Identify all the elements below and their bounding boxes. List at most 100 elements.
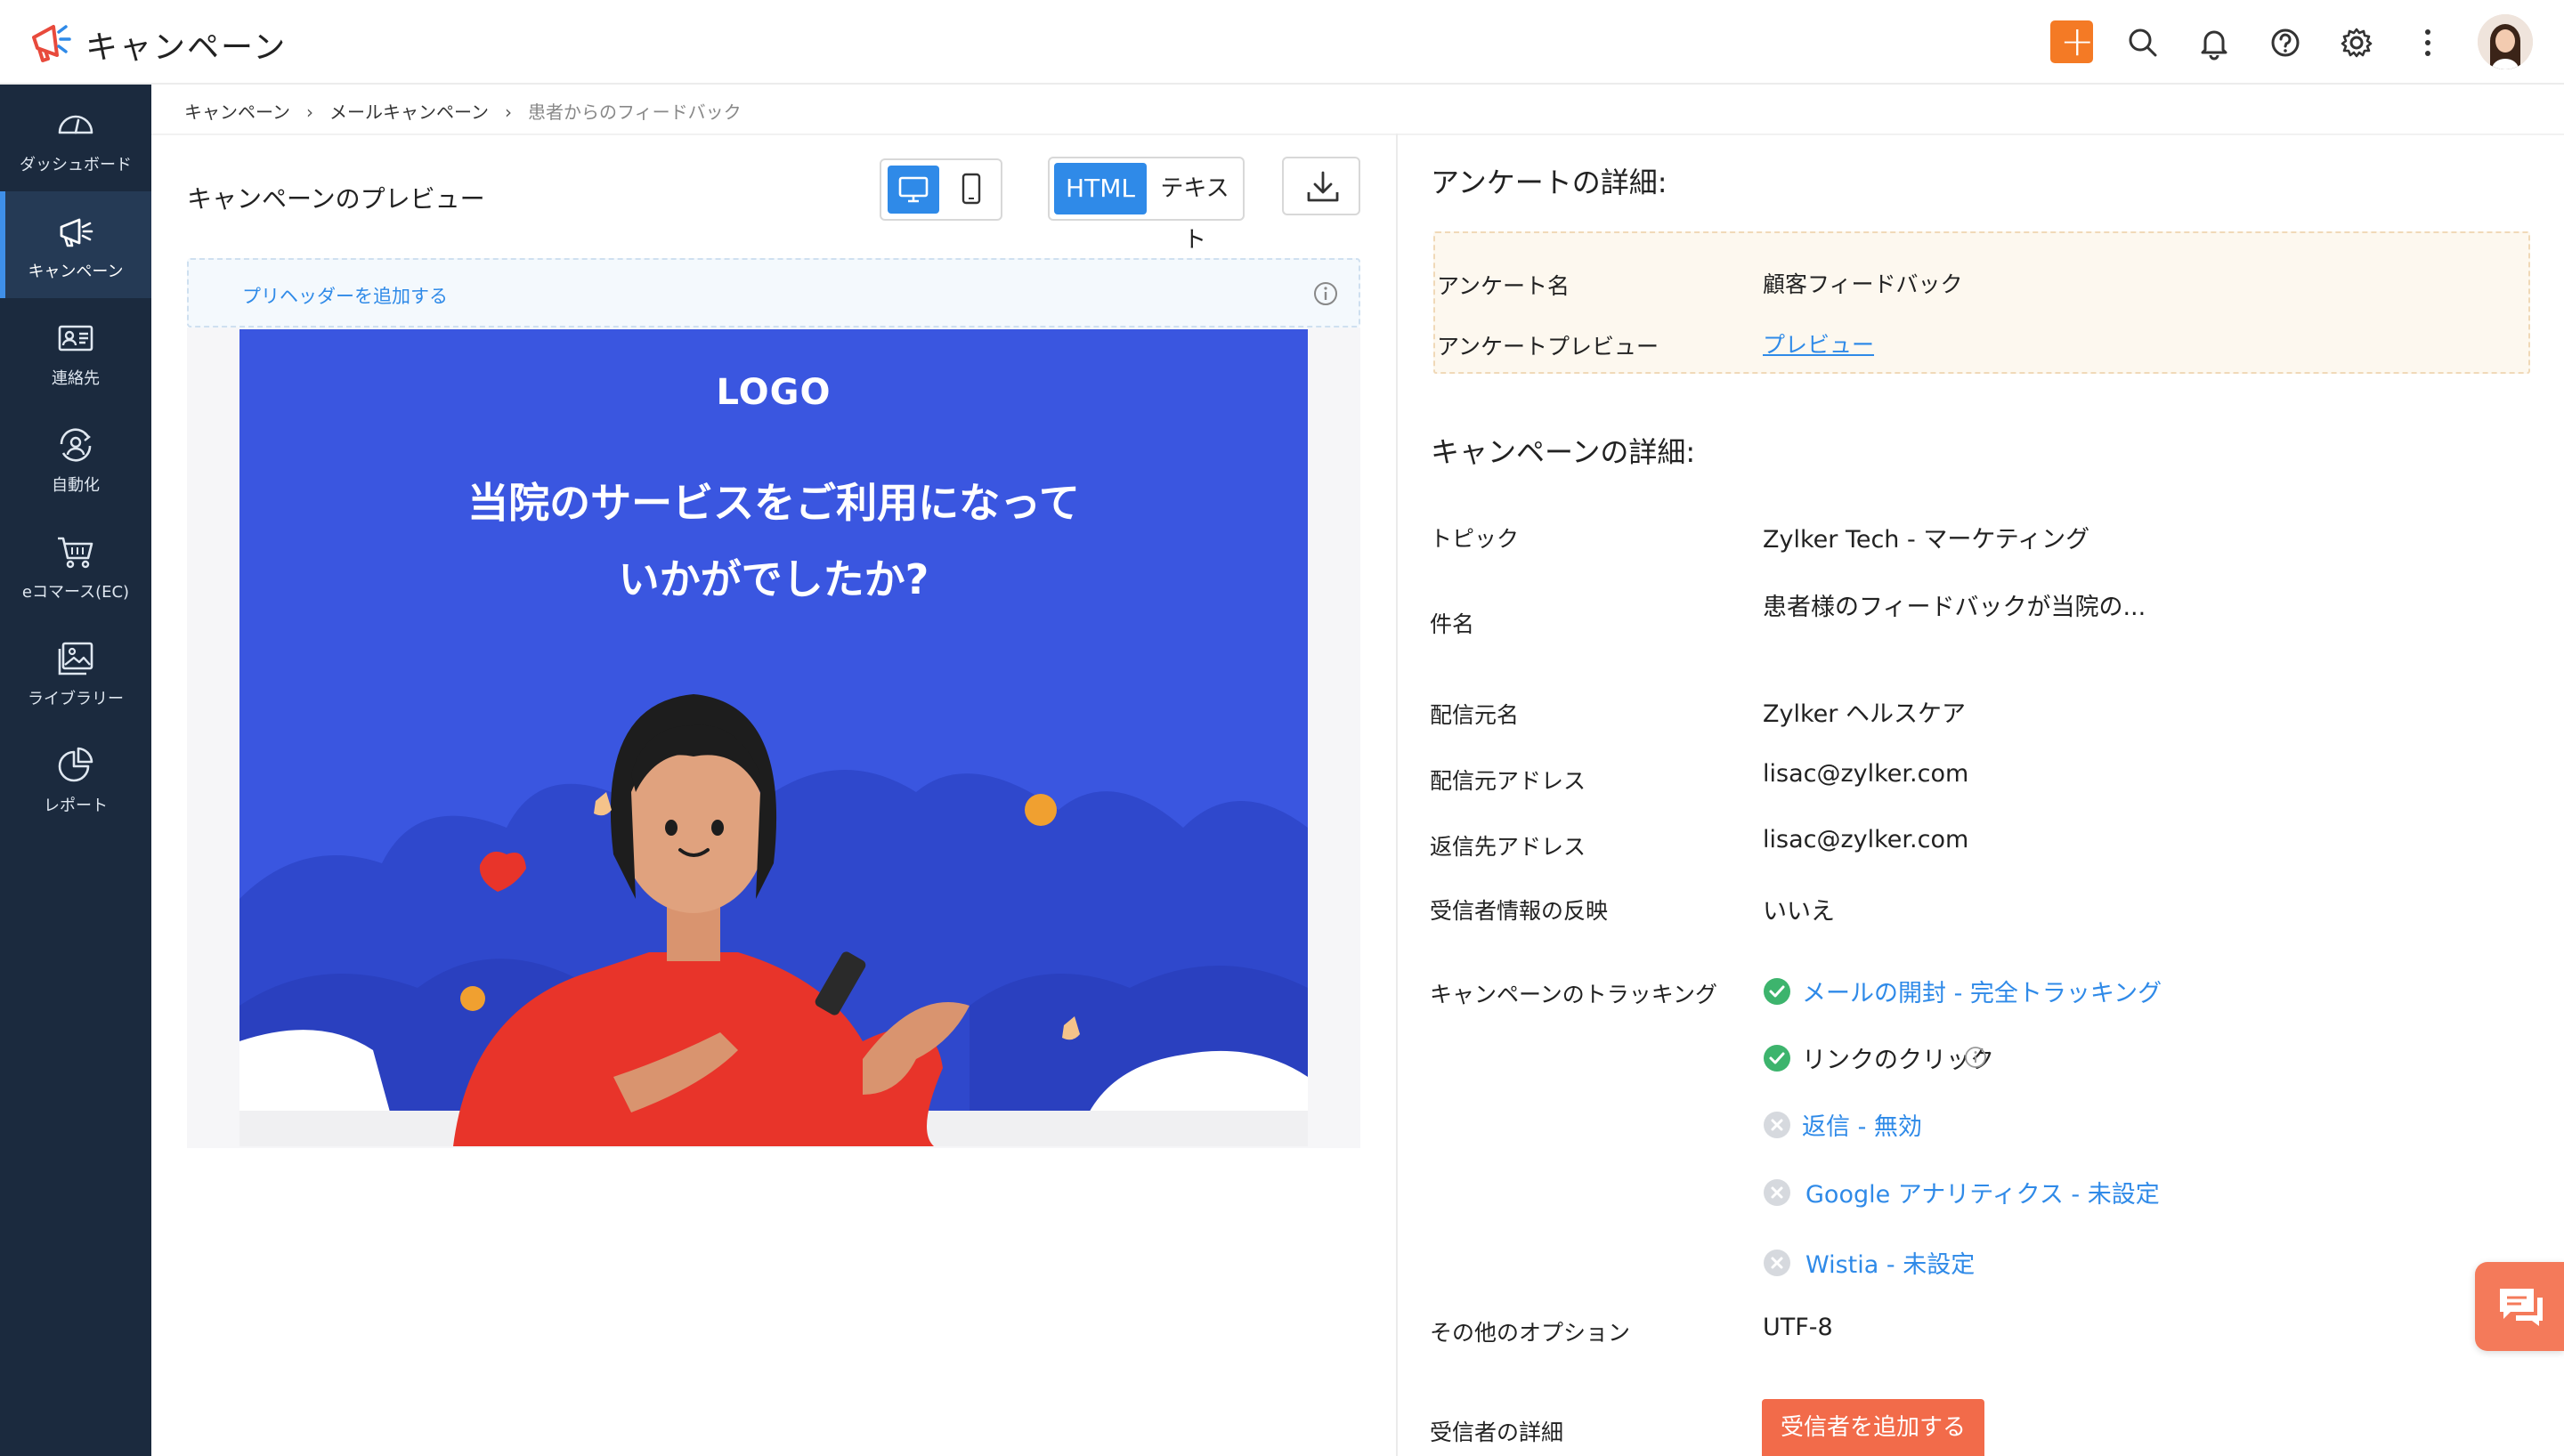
chevron-right-icon: › bbox=[505, 101, 512, 123]
plus-icon: + bbox=[2060, 17, 2095, 65]
email-logo-text: LOGO bbox=[716, 372, 832, 413]
breadcrumb-item-campaign[interactable]: キャンペーン bbox=[184, 101, 290, 123]
tracking-item-email-open[interactable]: メールの開封 - 完全トラッキング bbox=[1763, 974, 2162, 1007]
subject-value: 患者様のフィードバックが当院の... bbox=[1763, 594, 2146, 621]
automation-icon bbox=[60, 428, 92, 462]
divider bbox=[151, 133, 2564, 135]
divider bbox=[1396, 133, 1398, 1456]
megaphone-logo-icon bbox=[32, 25, 71, 62]
sidebar-item-dashboard[interactable]: ダッシュボード bbox=[0, 85, 151, 191]
contact-card-icon bbox=[58, 325, 93, 352]
download-button[interactable] bbox=[1282, 157, 1360, 215]
sidebar-item-label: ライブラリー bbox=[28, 690, 124, 708]
tracking-label: キャンペーンのトラッキング bbox=[1430, 982, 1718, 1007]
sidebar-item-automation[interactable]: 自動化 bbox=[0, 405, 151, 512]
sidebar-item-contacts[interactable]: 連絡先 bbox=[0, 298, 151, 405]
tracking-item-wistia[interactable]: Wistia - 未設定 bbox=[1763, 1245, 1994, 1279]
tracking-item-label: メールの開封 - 完全トラッキング bbox=[1802, 980, 2162, 1007]
email-illustration bbox=[239, 694, 1308, 1146]
device-toggle bbox=[880, 158, 1002, 221]
avatar[interactable] bbox=[2478, 14, 2533, 69]
sidebar-item-campaign[interactable]: キャンペーン bbox=[0, 191, 151, 298]
sender-address-label: 配信元アドレス bbox=[1430, 768, 1586, 794]
check-circle-icon bbox=[1764, 978, 1790, 1005]
breadcrumb-item-current: 患者からのフィードバック bbox=[528, 101, 742, 123]
email-preview-frame: LOGO 当院のサービスをご利用になって いかがでしたか? bbox=[187, 328, 1360, 1148]
survey-section-title: アンケートの詳細: bbox=[1431, 166, 1667, 199]
search-icon[interactable] bbox=[2122, 21, 2164, 64]
survey-preview-label: アンケートプレビュー bbox=[1437, 334, 1659, 360]
recipient-info-label: 受信者情報の反映 bbox=[1430, 898, 1609, 924]
email-heading-line: 当院のサービスをご利用になって bbox=[467, 479, 1080, 527]
cart-icon bbox=[58, 537, 93, 569]
sidebar-item-label: 連絡先 bbox=[52, 369, 100, 388]
text-view-button[interactable]: テキスト bbox=[1149, 163, 1240, 254]
chat-icon bbox=[2500, 1289, 2543, 1326]
gear-icon[interactable] bbox=[2335, 21, 2378, 64]
chat-button[interactable] bbox=[2475, 1262, 2564, 1351]
other-options-label: その他のオプション bbox=[1430, 1320, 1631, 1346]
sidebar-item-library[interactable]: ライブラリー bbox=[0, 619, 151, 725]
recipient-details-label: 受信者の詳細 bbox=[1430, 1420, 1564, 1445]
dashboard-gauge-icon bbox=[58, 115, 93, 134]
chevron-right-icon: › bbox=[306, 101, 313, 123]
reply-address-value: lisac@zylker.com bbox=[1763, 826, 1969, 853]
preheader-area[interactable]: プリヘッダーを追加する bbox=[187, 258, 1360, 328]
mobile-view-button[interactable] bbox=[945, 166, 997, 214]
tracking-item-link-click[interactable]: リンクのクリック bbox=[1763, 1040, 2012, 1074]
x-circle-icon bbox=[1764, 1179, 1790, 1206]
sidebar-item-label: 自動化 bbox=[52, 476, 100, 495]
bell-icon[interactable] bbox=[2193, 21, 2235, 64]
sidebar-item-label: レポート bbox=[44, 797, 108, 815]
survey-preview-link[interactable]: プレビュー bbox=[1763, 328, 1874, 360]
more-vertical-icon[interactable] bbox=[2406, 21, 2449, 64]
download-icon bbox=[1307, 171, 1339, 202]
tracking-item-google-analytics[interactable]: Google アナリティクス - 未設定 bbox=[1763, 1175, 2160, 1209]
tracking-item-label: Wistia - 未設定 bbox=[1805, 1251, 1976, 1279]
html-view-button[interactable]: HTML bbox=[1054, 163, 1147, 214]
tracking-item-label: 返信 - 無効 bbox=[1802, 1113, 1922, 1141]
sender-address-value: lisac@zylker.com bbox=[1763, 760, 1969, 788]
reply-address-label: 返信先アドレス bbox=[1430, 834, 1586, 860]
recipient-info-value: いいえ bbox=[1763, 898, 1835, 926]
image-library-icon bbox=[58, 642, 93, 675]
sender-name-value: Zylker ヘルスケア bbox=[1763, 700, 1966, 728]
tracking-item-label: Google アナリティクス - 未設定 bbox=[1805, 1181, 2160, 1209]
desktop-icon bbox=[898, 176, 929, 203]
create-button[interactable]: + bbox=[2050, 17, 2095, 65]
subject-label: 件名 bbox=[1430, 611, 1475, 637]
topic-value: Zylker Tech - マーケティング bbox=[1763, 526, 2090, 554]
add-preheader-link[interactable]: プリヘッダーを追加する bbox=[242, 282, 448, 309]
email-heading-line: いかがでしたか? bbox=[618, 555, 929, 603]
survey-name-value: 顧客フィードバック bbox=[1763, 271, 1963, 297]
other-options-value: UTF-8 bbox=[1763, 1314, 1833, 1341]
info-icon[interactable] bbox=[1312, 280, 1339, 307]
sidebar-item-label: ダッシュボード bbox=[20, 156, 132, 174]
megaphone-icon bbox=[60, 218, 93, 247]
desktop-view-button[interactable] bbox=[888, 166, 939, 214]
add-recipient-button[interactable]: 受信者を追加する bbox=[1762, 1399, 1984, 1456]
sidebar: ダッシュボード キャンペーン 連絡先 自動化 eコマース(EC) ライブラリー bbox=[0, 85, 151, 1456]
check-circle-icon bbox=[1764, 1045, 1790, 1072]
mobile-icon bbox=[961, 173, 981, 205]
sidebar-item-reports[interactable]: レポート bbox=[0, 725, 151, 832]
breadcrumb: キャンペーン › メールキャンペーン › 患者からのフィードバック bbox=[184, 98, 742, 124]
tracking-item-reply[interactable]: 返信 - 無効 bbox=[1763, 1107, 1941, 1141]
help-icon[interactable] bbox=[2264, 21, 2307, 64]
campaign-section-title: キャンペーンの詳細: bbox=[1431, 435, 1696, 469]
info-icon[interactable] bbox=[1964, 1046, 1987, 1069]
breadcrumb-item-email-campaign[interactable]: メールキャンペーン bbox=[329, 101, 489, 123]
format-toggle: HTML テキスト bbox=[1048, 157, 1245, 254]
topic-label: トピック bbox=[1430, 526, 1520, 552]
preview-title: キャンペーンのプレビュー bbox=[187, 184, 485, 214]
email-heading: 当院のサービスをご利用になって いかがでしたか? bbox=[239, 465, 1308, 618]
email-preview: LOGO 当院のサービスをご利用になって いかがでしたか? bbox=[239, 329, 1308, 1146]
pie-chart-icon bbox=[58, 747, 93, 782]
x-circle-icon bbox=[1764, 1250, 1790, 1276]
sidebar-item-ecommerce[interactable]: eコマース(EC) bbox=[0, 512, 151, 619]
sender-name-label: 配信元名 bbox=[1430, 702, 1520, 728]
app-title: キャンペーン bbox=[85, 29, 288, 66]
survey-name-label: アンケート名 bbox=[1437, 273, 1570, 299]
top-bar: キャンペーン + bbox=[0, 0, 2564, 85]
sidebar-item-label: eコマース(EC) bbox=[21, 583, 130, 602]
